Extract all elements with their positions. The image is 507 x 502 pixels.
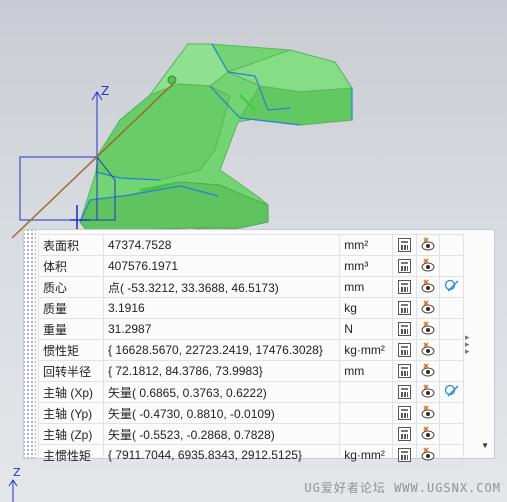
solid-model[interactable] bbox=[79, 43, 353, 233]
z-axis-label: Z bbox=[101, 84, 110, 98]
empty-cell bbox=[439, 318, 464, 340]
property-unit[interactable]: mm bbox=[339, 276, 393, 298]
mass-properties-panel: 表面积 47374.7528 mm² 体积 407576.1971 mm³ 质心 点( -53… bbox=[23, 229, 495, 466]
eye-icon[interactable] bbox=[415, 381, 441, 403]
calculator-icon[interactable] bbox=[391, 276, 417, 298]
property-label: 惯性矩 bbox=[38, 339, 104, 361]
table-row: 回转半径{ 72.1812, 84.3786, 73.9983} mm bbox=[38, 360, 464, 382]
property-value[interactable]: 矢量( -0.4730, 0.8810, -0.0109) bbox=[102, 402, 341, 424]
eye-icon[interactable] bbox=[415, 444, 441, 466]
eye-icon[interactable] bbox=[415, 297, 441, 319]
table-row: 主轴 (Zp) 矢量( -0.5523, -0.2868, 0.7828) bbox=[38, 423, 464, 445]
property-value[interactable]: 矢量( 0.6865, 0.3763, 0.6222) bbox=[102, 381, 341, 403]
property-value[interactable]: 3.1916 bbox=[102, 297, 341, 319]
property-label: 质量 bbox=[38, 297, 104, 319]
property-label: 体积 bbox=[38, 255, 104, 277]
table-row: 表面积 47374.7528 mm² bbox=[38, 234, 464, 256]
calculator-icon[interactable] bbox=[391, 297, 417, 319]
property-unit[interactable]: kg·mm² bbox=[339, 444, 393, 466]
table-row: 主轴 (Yp) 矢量( -0.4730, 0.8810, -0.0109) bbox=[38, 402, 464, 424]
properties-table: 表面积 47374.7528 mm² 体积 407576.1971 mm³ 质心 点( -53… bbox=[38, 234, 464, 466]
property-unit[interactable]: mm bbox=[339, 360, 393, 382]
eye-icon[interactable] bbox=[415, 276, 441, 298]
panel-expand-arrows[interactable]: ▸ ▸ ▸ bbox=[465, 333, 475, 356]
empty-cell bbox=[439, 360, 464, 382]
direction-icon[interactable] bbox=[439, 381, 464, 403]
calculator-icon[interactable] bbox=[391, 444, 417, 466]
calculator-icon[interactable] bbox=[391, 402, 417, 424]
property-label: 重量 bbox=[38, 318, 104, 340]
scroll-down-arrow[interactable]: ▼ bbox=[481, 441, 489, 450]
eye-icon[interactable] bbox=[415, 423, 441, 445]
calculator-icon[interactable] bbox=[391, 255, 417, 277]
property-label: 回转半径 bbox=[38, 360, 104, 382]
property-unit[interactable]: mm² bbox=[339, 234, 393, 256]
property-unit[interactable] bbox=[339, 381, 393, 403]
table-row: 质量 3.1916 kg bbox=[38, 297, 464, 319]
property-unit[interactable]: kg·mm² bbox=[339, 339, 393, 361]
calculator-icon[interactable] bbox=[391, 339, 417, 361]
property-unit[interactable]: kg bbox=[339, 297, 393, 319]
property-label: 表面积 bbox=[38, 234, 104, 256]
bottom-z-axis-label: Z bbox=[13, 466, 21, 479]
calculator-icon[interactable] bbox=[391, 381, 417, 403]
eye-icon[interactable] bbox=[415, 234, 441, 256]
property-value[interactable]: 47374.7528 bbox=[102, 234, 341, 256]
property-unit[interactable] bbox=[339, 402, 393, 424]
empty-cell bbox=[439, 234, 464, 256]
property-value[interactable]: 31.2987 bbox=[102, 318, 341, 340]
table-row: 质心 点( -53.3212, 33.3688, 46.5173) mm bbox=[38, 276, 464, 298]
property-value[interactable]: 点( -53.3212, 33.3688, 46.5173) bbox=[102, 276, 341, 298]
eye-icon[interactable] bbox=[415, 318, 441, 340]
bottom-triad bbox=[8, 479, 18, 502]
calculator-icon[interactable] bbox=[391, 318, 417, 340]
property-value[interactable]: { 7911.7044, 6935.8343, 2912.5125} bbox=[102, 444, 341, 466]
table-row: 主轴 (Xp) 矢量( 0.6865, 0.3763, 0.6222) bbox=[38, 381, 464, 403]
property-unit[interactable]: mm³ bbox=[339, 255, 393, 277]
property-label: 主惯性矩 bbox=[38, 444, 104, 466]
empty-cell bbox=[439, 423, 464, 445]
property-value[interactable]: { 16628.5670, 22723.2419, 17476.3028} bbox=[102, 339, 341, 361]
empty-cell bbox=[439, 339, 464, 361]
calculator-icon[interactable] bbox=[391, 234, 417, 256]
property-unit[interactable]: N bbox=[339, 318, 393, 340]
empty-cell bbox=[439, 444, 464, 466]
property-value[interactable]: 407576.1971 bbox=[102, 255, 341, 277]
property-label: 主轴 (Zp) bbox=[38, 423, 104, 445]
calculator-icon[interactable] bbox=[391, 423, 417, 445]
eye-icon[interactable] bbox=[415, 339, 441, 361]
property-value[interactable]: { 72.1812, 84.3786, 73.9983} bbox=[102, 360, 341, 382]
property-label: 质心 bbox=[38, 276, 104, 298]
eye-icon[interactable] bbox=[415, 255, 441, 277]
property-value[interactable]: 矢量( -0.5523, -0.2868, 0.7828) bbox=[102, 423, 341, 445]
table-row: 惯性矩{ 16628.5670, 22723.2419, 17476.3028}… bbox=[38, 339, 464, 361]
calculator-icon[interactable] bbox=[391, 360, 417, 382]
empty-cell bbox=[439, 255, 464, 277]
watermark: UG爱好者论坛 WWW.UGSNX.COM bbox=[304, 481, 501, 495]
empty-cell bbox=[439, 297, 464, 319]
eye-icon[interactable] bbox=[415, 402, 441, 424]
table-row: 体积 407576.1971 mm³ bbox=[38, 255, 464, 277]
property-unit[interactable] bbox=[339, 423, 393, 445]
panel-drag-handle[interactable] bbox=[24, 230, 36, 458]
empty-cell bbox=[439, 402, 464, 424]
eye-icon[interactable] bbox=[415, 360, 441, 382]
table-row: 主惯性矩{ 7911.7044, 6935.8343, 2912.5125} kg… bbox=[38, 444, 464, 466]
property-label: 主轴 (Yp) bbox=[38, 402, 104, 424]
direction-icon[interactable] bbox=[439, 276, 464, 298]
property-label: 主轴 (Xp) bbox=[38, 381, 104, 403]
table-row: 重量 31.2987 N bbox=[38, 318, 464, 340]
